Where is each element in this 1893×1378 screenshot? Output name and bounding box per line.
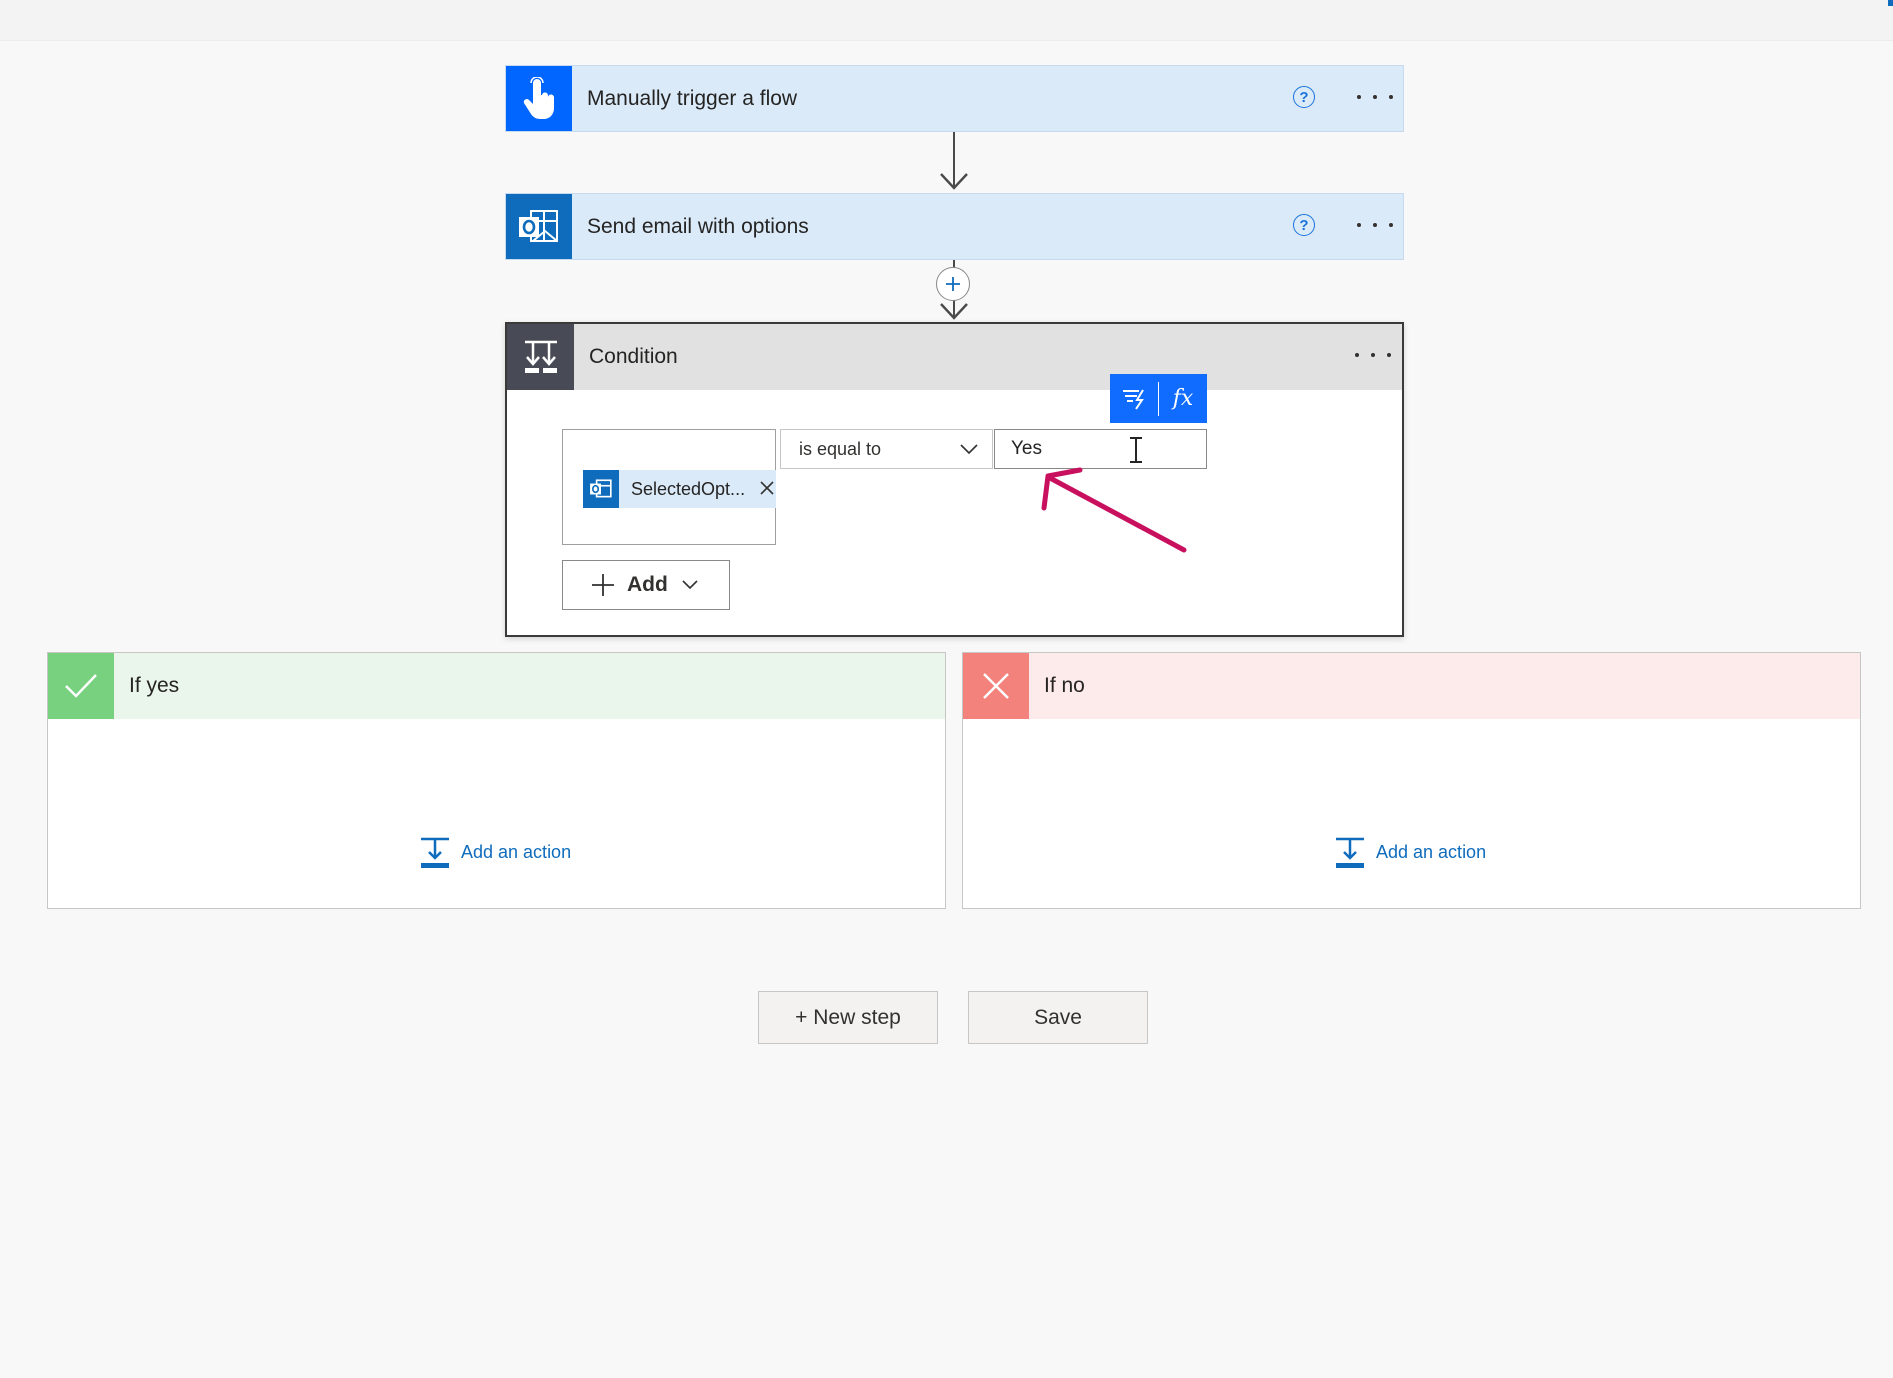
trigger-step-title: Manually trigger a flow <box>587 87 798 110</box>
trigger-step-card[interactable]: Manually trigger a flow ? <box>505 65 1404 132</box>
dynamic-token[interactable]: SelectedOpt... <box>583 470 776 508</box>
if-no-title: If no <box>1044 674 1085 697</box>
if-yes-branch: If yes Add an action <box>47 652 946 909</box>
expression-button[interactable]: fx <box>1159 374 1207 423</box>
add-action-link[interactable]: Add an action <box>419 836 571 868</box>
if-no-header: If no <box>963 653 1860 719</box>
dynamic-content-icon[interactable] <box>1110 374 1158 423</box>
close-icon-box <box>963 653 1029 719</box>
condition-title: Condition <box>589 345 678 368</box>
add-action-label: Add an action <box>1376 841 1487 862</box>
add-action-icon <box>1336 837 1364 868</box>
chevron-down-icon <box>960 444 978 455</box>
if-yes-header: If yes <box>48 653 945 719</box>
send-email-step-title: Send email with options <box>587 215 809 238</box>
more-options-icon[interactable] <box>1357 212 1393 238</box>
add-action-link[interactable]: Add an action <box>1334 836 1486 868</box>
operator-value: is equal to <box>799 439 882 459</box>
condition-card[interactable]: Condition fx SelectedOpt... is equal to … <box>505 322 1404 637</box>
help-icon[interactable]: ? <box>1293 86 1315 108</box>
plus-icon <box>592 574 614 596</box>
close-icon <box>983 673 1009 699</box>
annotation-arrow <box>1041 467 1187 553</box>
more-options-icon[interactable] <box>1357 84 1393 110</box>
outlook-icon <box>583 470 619 508</box>
operator-dropdown[interactable]: is equal to <box>780 429 993 469</box>
close-icon[interactable] <box>758 479 776 497</box>
add-label: Add <box>627 573 668 596</box>
top-bar <box>0 0 1893 41</box>
hand-touch-icon <box>523 76 555 119</box>
more-options-icon[interactable] <box>1355 342 1391 368</box>
add-action-label: Add an action <box>461 841 572 862</box>
outlook-icon-box <box>506 194 572 259</box>
token-label: SelectedOpt... <box>631 478 746 499</box>
dynamic-content-toolbar: fx <box>1110 374 1207 423</box>
save-button[interactable]: Save <box>968 991 1148 1044</box>
if-no-branch: If no Add an action <box>962 652 1861 909</box>
corner-mark <box>1888 0 1893 6</box>
check-icon-box <box>48 653 114 719</box>
insert-step-plus-icon[interactable] <box>936 267 970 301</box>
send-email-step-card[interactable]: Send email with options ? <box>505 193 1404 260</box>
chevron-down-icon <box>682 580 698 590</box>
arrow-down-icon <box>940 303 968 320</box>
trigger-icon-box <box>506 66 572 131</box>
condition-left-operand[interactable]: SelectedOpt... <box>562 429 776 545</box>
new-step-button[interactable]: + New step <box>758 991 938 1044</box>
add-row-button[interactable]: Add <box>562 560 730 610</box>
outlook-icon <box>519 209 558 242</box>
text-cursor-icon <box>1130 437 1142 463</box>
add-action-icon <box>421 837 449 868</box>
if-yes-title: If yes <box>129 674 180 697</box>
arrow-down-icon <box>940 173 968 190</box>
help-icon[interactable]: ? <box>1293 214 1315 236</box>
check-icon <box>65 674 97 698</box>
condition-icon-box <box>507 324 574 390</box>
condition-header[interactable]: Condition <box>507 324 1402 390</box>
condition-icon <box>524 340 557 373</box>
